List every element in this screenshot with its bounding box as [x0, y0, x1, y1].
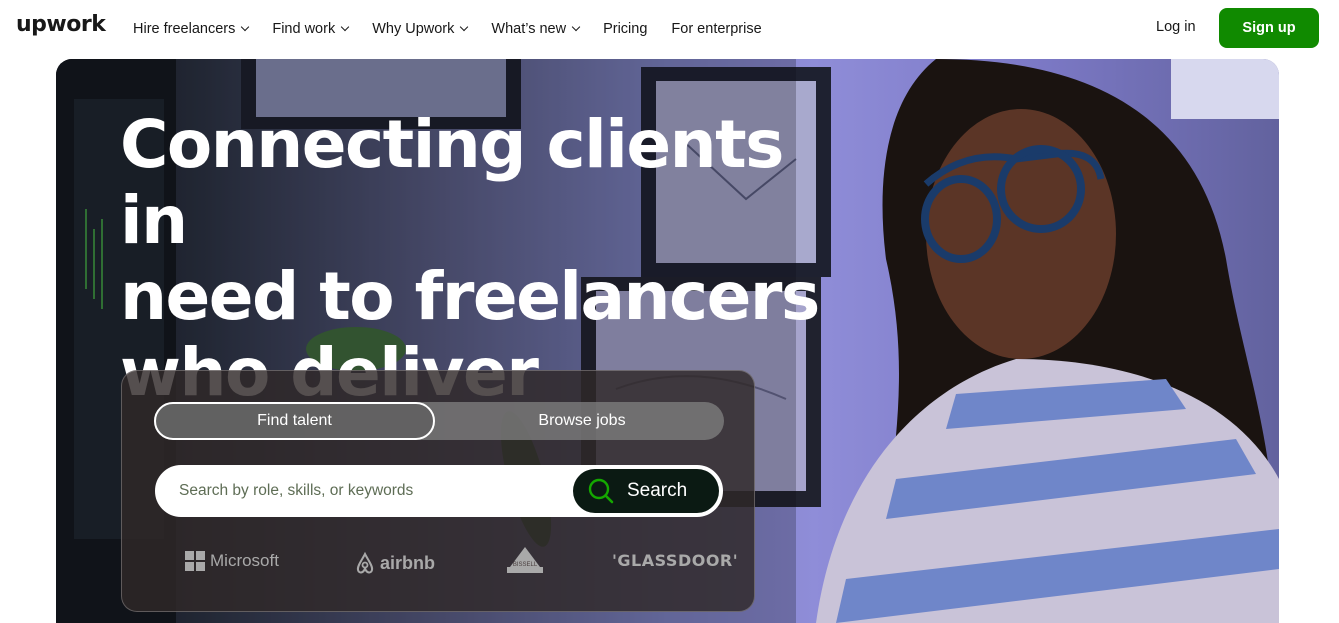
search-panel: Find talent Browse jobs Search Microsoft — [121, 370, 755, 612]
chevron-down-icon — [241, 22, 250, 32]
bissell-logo: BISSELL — [507, 545, 543, 575]
signup-button[interactable]: Sign up — [1219, 8, 1319, 48]
bissell-text: BISSELL — [513, 562, 538, 568]
chevron-down-icon — [460, 22, 469, 32]
search-button[interactable]: Search — [573, 469, 719, 513]
nav-link-label: Why Upwork — [372, 21, 455, 37]
search-button-label: Search — [627, 480, 688, 501]
nav-link-label: Find work — [272, 21, 336, 37]
search-input[interactable] — [179, 467, 559, 515]
microsoft-logo-icon — [185, 551, 205, 571]
brand-name: airbnb — [380, 552, 436, 573]
glassdoor-logo: 'GLASSDOOR' — [612, 551, 739, 570]
nav-link-label: For enterprise — [671, 21, 762, 37]
hero-banner: Connecting clients in need to freelancer… — [56, 59, 1279, 623]
top-navigation: upwork Hire freelancers Find work Why Up… — [0, 0, 1339, 58]
nav-link-label: What’s new — [491, 21, 567, 37]
search-icon — [588, 478, 614, 504]
nav-link-label: Pricing — [603, 21, 648, 37]
hero-headline: Connecting clients in need to freelancer… — [120, 107, 820, 411]
microsoft-logo: Microsoft — [185, 551, 279, 571]
chevron-down-icon — [340, 22, 350, 32]
trusted-by-logos: Microsoft airbnb BISSELL 'GLASSDOOR' — [122, 543, 756, 583]
nav-link-find-work[interactable]: Find work — [272, 21, 350, 37]
airbnb-logo: airbnb — [354, 551, 435, 575]
search-bar: Search — [155, 465, 723, 517]
tab-browse-jobs[interactable]: Browse jobs — [440, 402, 724, 440]
headline-line: need to freelancers — [120, 258, 820, 335]
nav-link-pricing[interactable]: Pricing — [603, 21, 647, 37]
nav-link-why-upwork[interactable]: Why Upwork — [372, 21, 469, 37]
airbnb-logo-icon — [356, 551, 374, 574]
nav-link-whats-new[interactable]: What’s new — [491, 21, 581, 37]
nav-link-hire-freelancers[interactable]: Hire freelancers — [133, 21, 250, 37]
nav-link-for-enterprise[interactable]: For enterprise — [671, 21, 761, 37]
chevron-down-icon — [571, 22, 581, 32]
nav-links: Hire freelancers Find work Why Upwork Wh… — [133, 0, 786, 58]
search-mode-toggle: Find talent Browse jobs — [154, 402, 724, 440]
headline-line: Connecting clients in — [120, 106, 784, 259]
upwork-logo[interactable]: upwork — [16, 12, 106, 37]
bissell-logo-icon: BISSELL — [507, 547, 543, 573]
brand-name: Microsoft — [210, 551, 279, 570]
nav-link-label: Hire freelancers — [133, 21, 236, 37]
login-link[interactable]: Log in — [1156, 19, 1196, 35]
tab-find-talent[interactable]: Find talent — [154, 402, 435, 440]
